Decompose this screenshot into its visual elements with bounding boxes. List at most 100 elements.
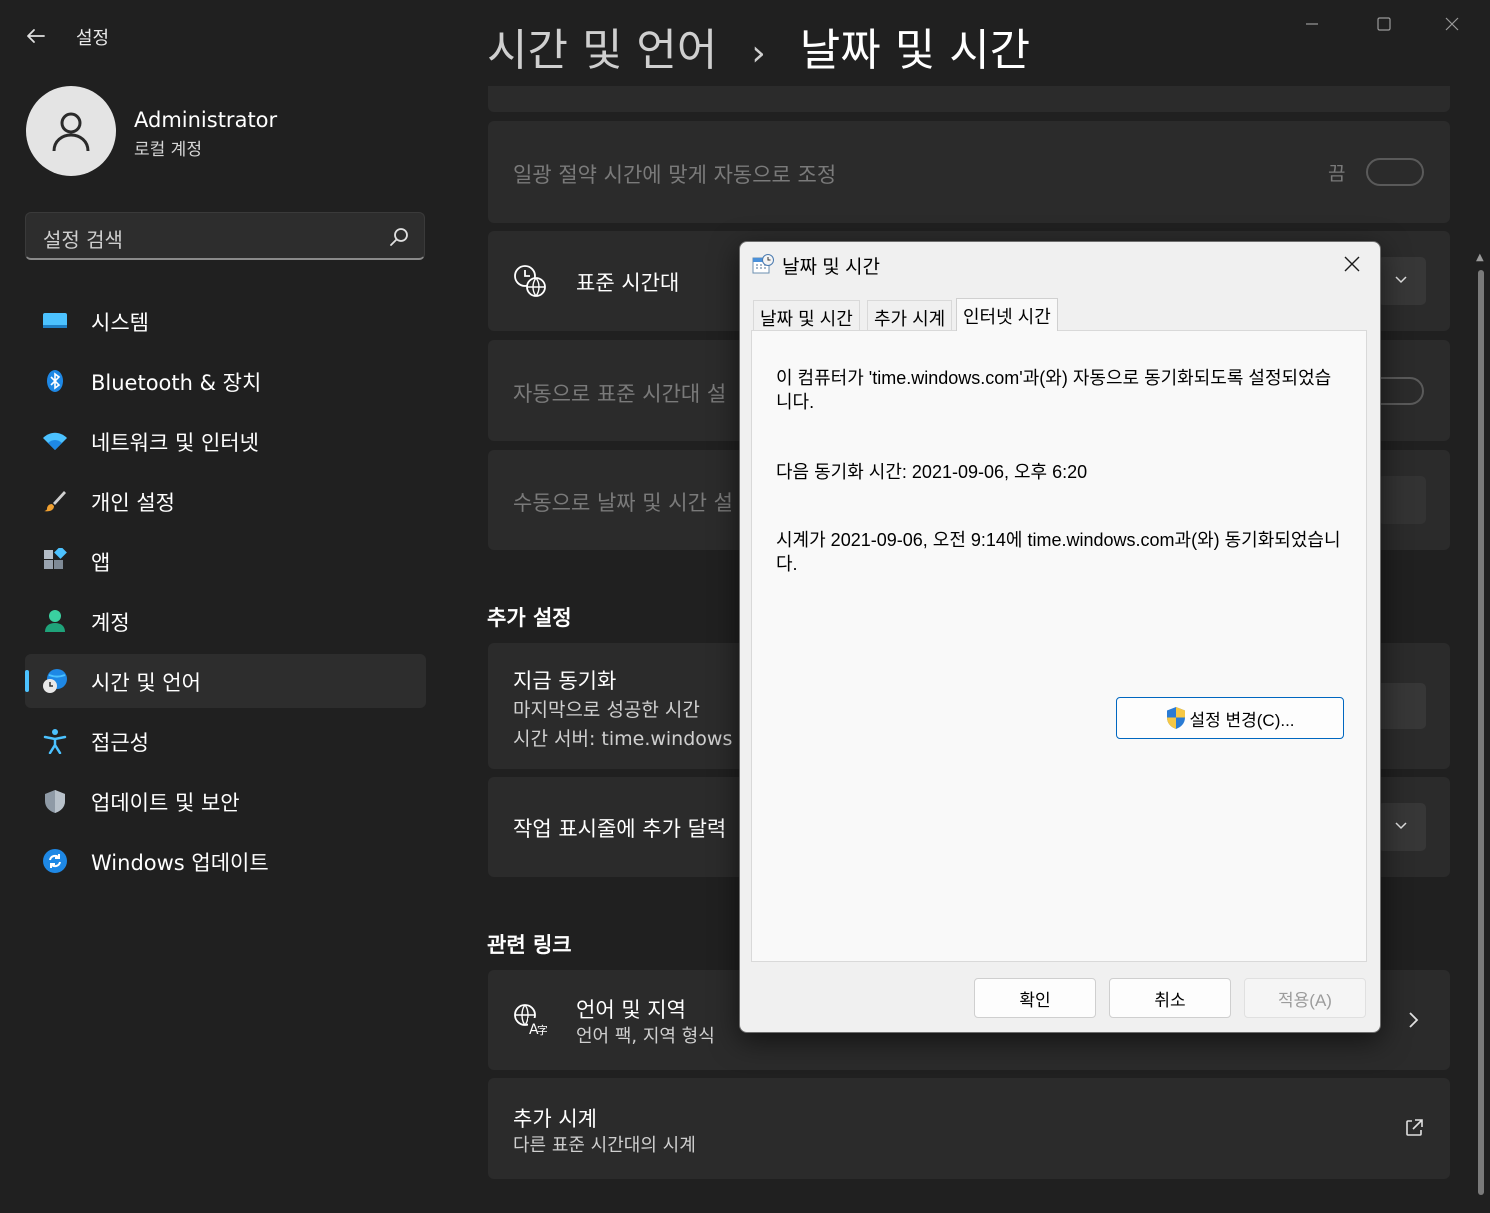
nav-item-bluetooth[interactable]: Bluetooth & 장치 [25, 354, 426, 408]
nav-label: 네트워크 및 인터넷 [91, 431, 259, 455]
close-window-button[interactable] [1432, 10, 1472, 38]
related-links-heading: 관련 링크 [487, 933, 572, 957]
dst-state: 끔 [1328, 163, 1346, 185]
dialog-title: 날짜 및 시간 [782, 257, 880, 278]
page-title: 날짜 및 시간 [799, 25, 1031, 76]
nav-item-system[interactable]: 시스템 [25, 294, 426, 348]
ok-button[interactable]: 확인 [974, 978, 1096, 1018]
nav-label: 시간 및 언어 [91, 671, 201, 695]
sync-configured-text: 이 컴퓨터가 'time.windows.com'과(와) 자동으로 동기화되도… [776, 368, 1332, 412]
nav-label: Windows 업데이트 [91, 851, 269, 875]
uac-shield-icon [1167, 707, 1186, 729]
timezone-clock-globe-icon [514, 265, 546, 297]
close-icon [1445, 17, 1459, 31]
auto-timezone-label: 자동으로 표준 시간대 설 [513, 382, 727, 406]
chevron-right-icon [1409, 1012, 1419, 1028]
bluetooth-icon [47, 370, 63, 392]
timezone-label: 표준 시간대 [576, 271, 680, 295]
timezone-dropdown[interactable] [1378, 257, 1426, 305]
date-time-dialog: 날짜 및 시간 날짜 및 시간 추가 시계 인터넷 시간 이 컴퓨터가 'tim… [739, 241, 1381, 1033]
back-button[interactable] [22, 22, 50, 50]
taskbar-calendar-label: 작업 표시줄에 추가 달력 [513, 817, 727, 841]
additional-clocks-subtitle: 다른 표준 시간대의 시계 [513, 1135, 696, 1156]
nav-label: 개인 설정 [91, 491, 175, 515]
shield-icon [45, 790, 65, 813]
next-sync-text: 다음 동기화 시간: 2021-09-06, 오후 6:20 [776, 462, 1088, 482]
svg-text:字: 字 [537, 1023, 547, 1037]
globe-clock-icon [43, 669, 67, 693]
sync-icon [43, 849, 67, 873]
taskbar-calendar-dropdown[interactable] [1378, 803, 1426, 851]
search-icon[interactable] [388, 226, 410, 248]
nav-label: Bluetooth & 장치 [91, 371, 262, 395]
nav-label: 접근성 [91, 731, 149, 755]
minimize-button[interactable] [1292, 10, 1332, 38]
chevron-down-icon [1395, 822, 1407, 830]
manual-change-button[interactable] [1378, 476, 1426, 524]
nav-item-network[interactable]: 네트워크 및 인터넷 [25, 414, 426, 468]
nav-label: 앱 [91, 551, 111, 575]
close-icon [1344, 256, 1360, 272]
card-partial-top [488, 86, 1450, 112]
user-name: Administrator [134, 108, 278, 132]
nav-item-apps[interactable]: 앱 [25, 534, 426, 588]
breadcrumb: 시간 및 언어 › 날짜 및 시간 [487, 14, 1030, 78]
search-placeholder: 설정 검색 [43, 228, 123, 252]
nav-item-update-security[interactable]: 업데이트 및 보안 [25, 774, 426, 828]
tab-internet-time[interactable]: 인터넷 시간 [956, 298, 1058, 331]
apply-button[interactable]: 적용(A) [1244, 978, 1366, 1018]
nav-item-windows-update[interactable]: Windows 업데이트 [25, 834, 426, 888]
tab-label: 날짜 및 시간 [760, 309, 853, 329]
language-region-subtitle: 언어 팩, 지역 형식 [576, 1026, 715, 1047]
additional-settings-heading: 추가 설정 [487, 606, 572, 630]
apps-icon [44, 548, 67, 569]
nav-item-personalization[interactable]: 개인 설정 [25, 474, 426, 528]
language-icon: A字 [514, 1004, 547, 1037]
breadcrumb-parent[interactable]: 시간 및 언어 [487, 25, 717, 76]
internet-time-panel: 이 컴퓨터가 'time.windows.com'과(와) 자동으로 동기화되도… [751, 330, 1367, 962]
sync-time-server: 시간 서버: time.windows [513, 728, 733, 750]
manual-time-label: 수동으로 날짜 및 시간 설 [513, 491, 733, 515]
sync-last-success: 마지막으로 성공한 시간 [513, 699, 700, 721]
selection-indicator [25, 670, 29, 692]
search-input[interactable]: 설정 검색 [25, 212, 425, 260]
card-dst: 일광 절약 시간에 맞게 자동으로 조정 끔 [488, 121, 1450, 223]
avatar[interactable] [26, 86, 116, 176]
person-icon [45, 610, 65, 632]
nav-item-accounts[interactable]: 계정 [25, 594, 426, 648]
nav-label: 업데이트 및 보안 [91, 791, 240, 815]
sync-title: 지금 동기화 [513, 669, 617, 693]
app-title: 설정 [76, 28, 110, 49]
language-region-title: 언어 및 지역 [576, 998, 686, 1022]
change-settings-label: 설정 변경(C)... [1189, 710, 1295, 730]
maximize-button[interactable] [1364, 10, 1404, 38]
nav-label: 계정 [91, 611, 130, 635]
cancel-button[interactable]: 취소 [1109, 978, 1231, 1018]
accessibility-icon [43, 729, 67, 754]
nav-item-accessibility[interactable]: 접근성 [25, 714, 426, 768]
nav-item-time-language[interactable]: 시간 및 언어 [25, 654, 426, 708]
breadcrumb-separator: › [751, 33, 766, 74]
back-arrow-icon [27, 29, 45, 43]
maximize-icon [1377, 17, 1391, 31]
scrollbar[interactable] [1478, 270, 1484, 1195]
card-additional-clocks[interactable]: 추가 시계 다른 표준 시간대의 시계 [488, 1078, 1450, 1179]
scroll-up-arrow[interactable]: ▲ [1476, 252, 1484, 263]
wifi-icon [43, 432, 67, 450]
dst-toggle[interactable] [1366, 158, 1424, 186]
brush-icon [44, 491, 66, 512]
dialog-close-button[interactable] [1338, 250, 1366, 278]
date-time-app-icon [752, 254, 774, 274]
dst-label: 일광 절약 시간에 맞게 자동으로 조정 [513, 163, 837, 187]
user-icon [52, 112, 90, 152]
last-sync-text: 시계가 2021-09-06, 오전 9:14에 time.windows.co… [776, 530, 1341, 574]
change-settings-button[interactable]: 설정 변경(C)... [1116, 697, 1344, 739]
tab-label: 추가 시계 [874, 309, 946, 329]
tab-label: 인터넷 시간 [963, 307, 1051, 327]
account-type: 로컬 계정 [134, 140, 202, 160]
minimize-icon [1306, 23, 1318, 25]
chevron-down-icon [1395, 276, 1407, 284]
tab-date-time[interactable]: 날짜 및 시간 [753, 300, 860, 330]
tab-additional-clocks[interactable]: 추가 시계 [867, 300, 953, 330]
additional-clocks-title: 추가 시계 [513, 1107, 597, 1131]
